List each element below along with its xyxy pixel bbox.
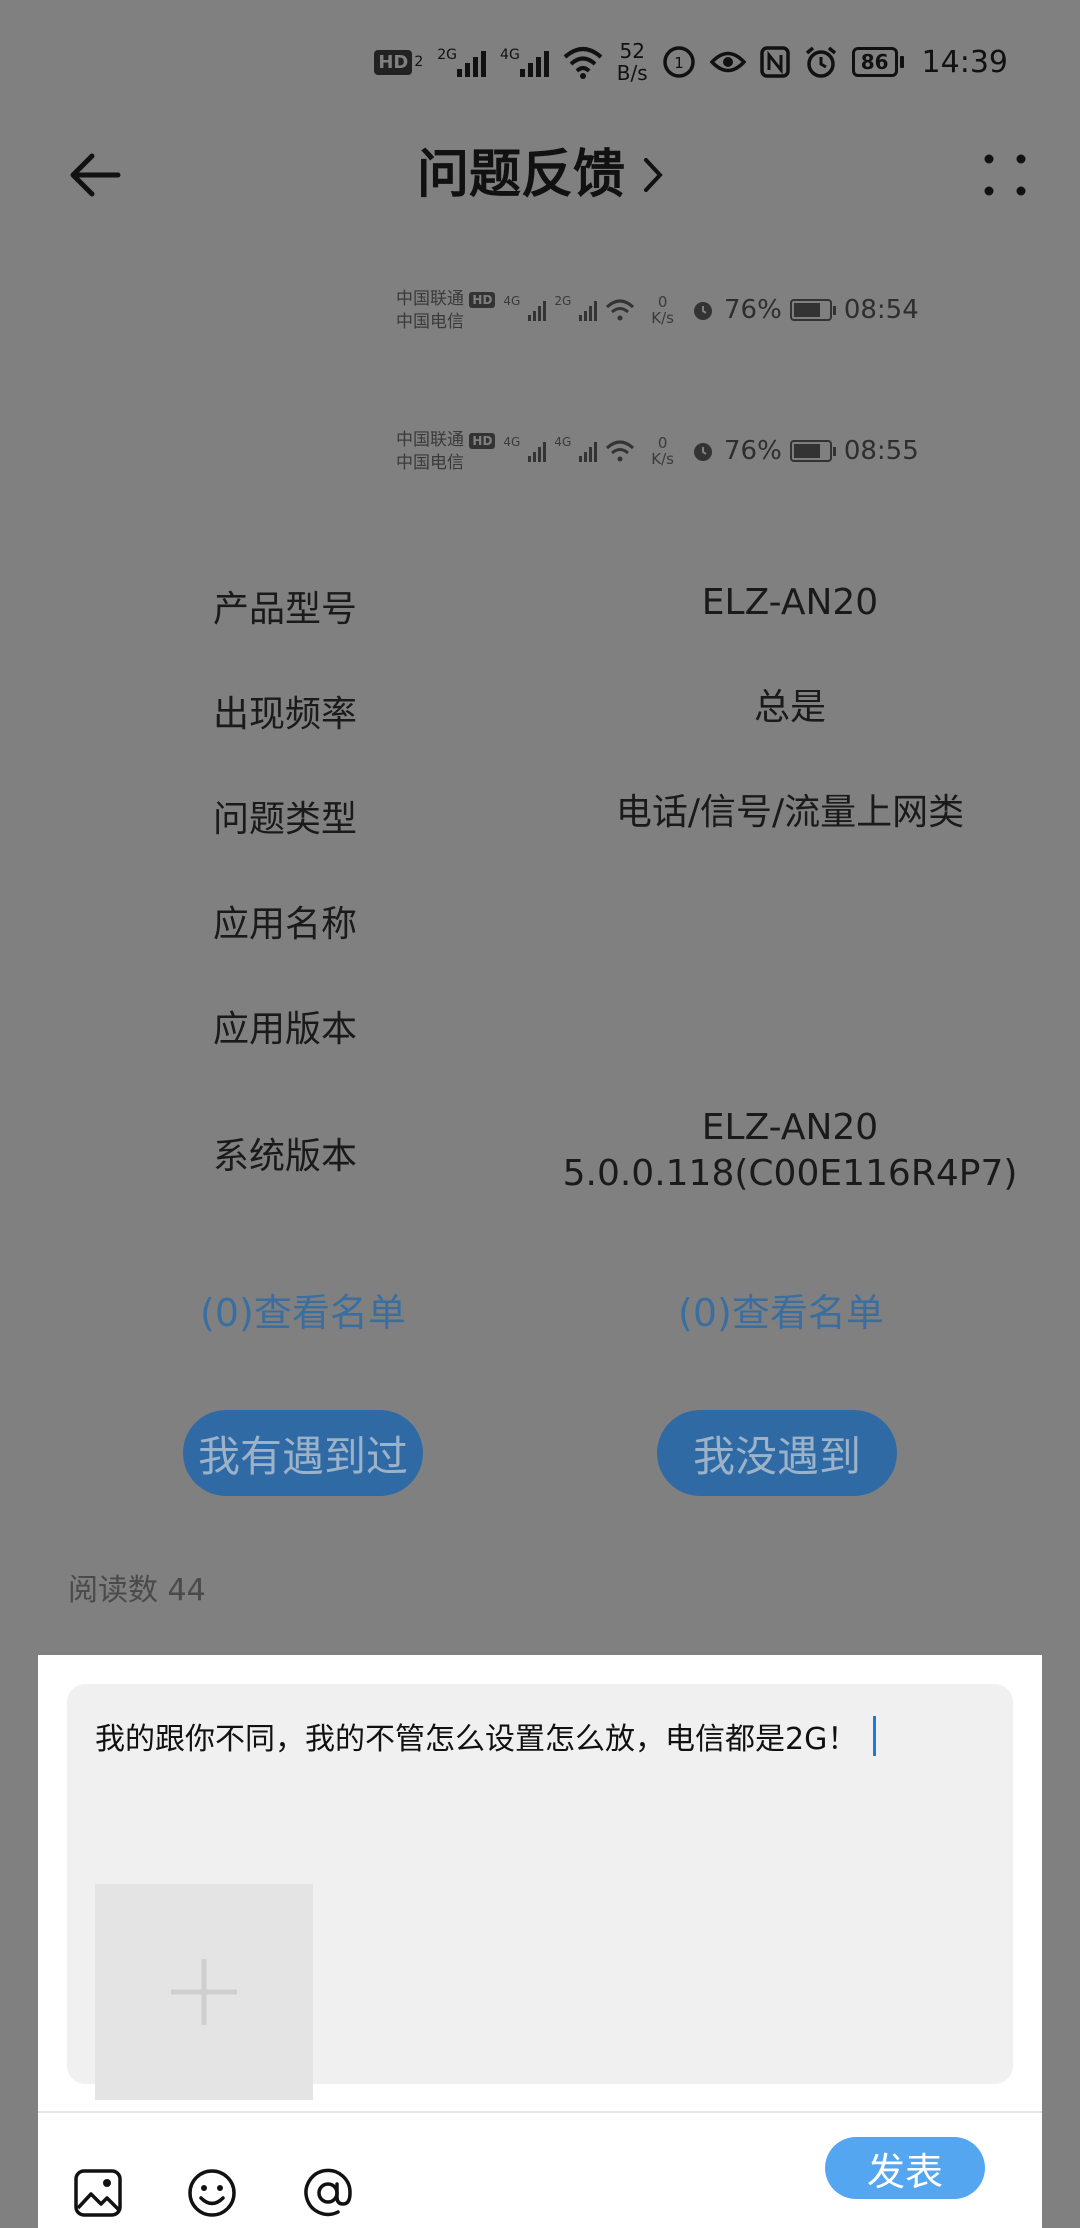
info-label: 问题类型 <box>213 799 358 840</box>
carrier-1: 中国联通 <box>396 429 464 450</box>
wifi-icon <box>563 45 603 79</box>
network-type-2: 4G <box>500 47 520 63</box>
signal-icon <box>579 440 598 462</box>
screenshot-time: 08:55 <box>843 436 919 466</box>
page-title: 问题反馈 <box>416 145 625 205</box>
info-label: 系统版本 <box>213 1136 358 1177</box>
attached-screenshot-1[interactable]: 中国联通 HD 中国电信 4G 2G 0 K/s 76% 08:54 <box>396 280 956 340</box>
clock: 14:39 <box>921 44 1008 80</box>
info-label: 应用名称 <box>213 904 358 945</box>
info-label: 出现频率 <box>213 694 358 735</box>
signal-icon <box>528 299 547 321</box>
sim-index: 2 <box>414 54 424 70</box>
hd-label: HD <box>469 432 496 449</box>
info-value: ELZ-AN20 <box>701 582 879 623</box>
not-encountered-button[interactable]: 我没遇到 <box>657 1410 897 1496</box>
battery-icon <box>789 440 836 462</box>
battery-icon <box>789 299 836 321</box>
mention-button[interactable] <box>300 2165 356 2221</box>
wifi-icon <box>606 299 635 321</box>
divider <box>38 2111 1042 2113</box>
screenshot-time: 08:54 <box>843 295 919 325</box>
read-count: 阅读数 44 <box>68 1573 206 1608</box>
data-saver-icon: 1 <box>662 45 696 79</box>
info-value: 电话/信号/流量上网类 <box>615 792 965 833</box>
text-caret <box>873 1716 877 1756</box>
chevron-right-icon <box>644 158 663 192</box>
attached-screenshot-2[interactable]: 中国联通 HD 中国电信 4G 4G 0 K/s 76% 08:55 <box>396 421 956 481</box>
hd-label: HD <box>374 49 413 75</box>
speed-value: 0 <box>657 293 668 311</box>
network-type-2: 4G <box>554 435 572 449</box>
signal-icon-sim1: 2G <box>437 47 487 77</box>
signal-icon-sim2: 4G <box>500 47 549 77</box>
network-type-1: 4G <box>503 294 521 308</box>
comment-input[interactable]: 我的跟你不同，我的不管怎么设置怎么放，电信都是2G！ <box>67 1684 1013 2100</box>
alarm-icon <box>694 443 713 461</box>
signal-icon <box>579 299 598 321</box>
encountered-button[interactable]: 我有遇到过 <box>183 1410 423 1496</box>
view-list-not-encountered-link[interactable]: (0)查看名单 <box>678 1282 884 1337</box>
speed-value: 0 <box>657 434 668 452</box>
speed-unit: K/s <box>651 309 675 327</box>
more-dots-icon <box>984 154 1026 196</box>
insert-image-button[interactable] <box>70 2165 126 2221</box>
network-type-2: 2G <box>554 294 572 308</box>
network-speed: 0 K/s <box>651 435 674 467</box>
comment-text-row: 我的跟你不同，我的不管怎么设置怎么放，电信都是2G！ <box>95 1714 877 1758</box>
comment-sheet: 我的跟你不同，我的不管怎么设置怎么放，电信都是2G！ 发表 <box>38 1655 1042 2228</box>
eye-comfort-icon <box>709 49 746 75</box>
carrier-2: 中国电信 <box>396 311 464 332</box>
battery-level: 86 <box>860 50 889 74</box>
more-button[interactable] <box>970 140 1040 210</box>
alarm-icon <box>804 45 838 79</box>
nfc-icon <box>759 46 790 78</box>
carrier-1: 中国联通 <box>396 288 464 309</box>
info-label: 应用版本 <box>213 1009 358 1050</box>
carrier-2: 中国电信 <box>396 452 464 473</box>
signal-icon <box>528 440 547 462</box>
speed-unit: K/s <box>651 450 675 468</box>
image-icon <box>74 2169 122 2217</box>
battery-percent: 76% <box>724 295 782 325</box>
add-image-button[interactable] <box>95 1884 313 2100</box>
header: 问题反馈 <box>0 124 1080 224</box>
page-title-row[interactable]: 问题反馈 <box>0 140 1080 210</box>
hd-label: HD <box>469 291 496 308</box>
system-version-line-2: 5.0.0.118(C00E116R4P7) <box>562 1153 1018 1194</box>
battery-icon: 86 <box>851 47 904 77</box>
info-value: 总是 <box>753 687 826 728</box>
network-type-1: 4G <box>503 435 521 449</box>
network-speed: 52 B/s <box>617 40 648 84</box>
alarm-icon <box>694 302 713 320</box>
network-type-1: 2G <box>437 47 458 63</box>
emoji-button[interactable] <box>184 2165 240 2221</box>
info-label: 产品型号 <box>213 589 358 630</box>
network-speed: 0 K/s <box>651 294 674 326</box>
plus-icon <box>171 1959 237 2025</box>
info-value: ELZ-AN20 5.0.0.118(C00E116R4P7) <box>560 1105 1020 1197</box>
system-version-line-1: ELZ-AN20 <box>701 1107 879 1148</box>
svg-text:1: 1 <box>674 54 684 72</box>
wifi-icon <box>606 440 635 462</box>
speed-unit: B/s <box>616 61 648 85</box>
hd-voice-icon: HD 2 <box>374 49 424 75</box>
emoji-icon <box>188 2169 236 2217</box>
comment-text: 我的跟你不同，我的不管怎么设置怎么放，电信都是2G！ <box>95 1722 858 1757</box>
speed-value: 52 <box>619 39 645 63</box>
status-bar: HD 2 2G 4G 52 B/s 1 86 14:39 <box>0 0 1080 124</box>
view-list-encountered-link[interactable]: (0)查看名单 <box>200 1282 406 1337</box>
battery-percent: 76% <box>724 436 782 466</box>
publish-button[interactable]: 发表 <box>825 2137 985 2199</box>
at-mention-icon <box>304 2168 352 2217</box>
